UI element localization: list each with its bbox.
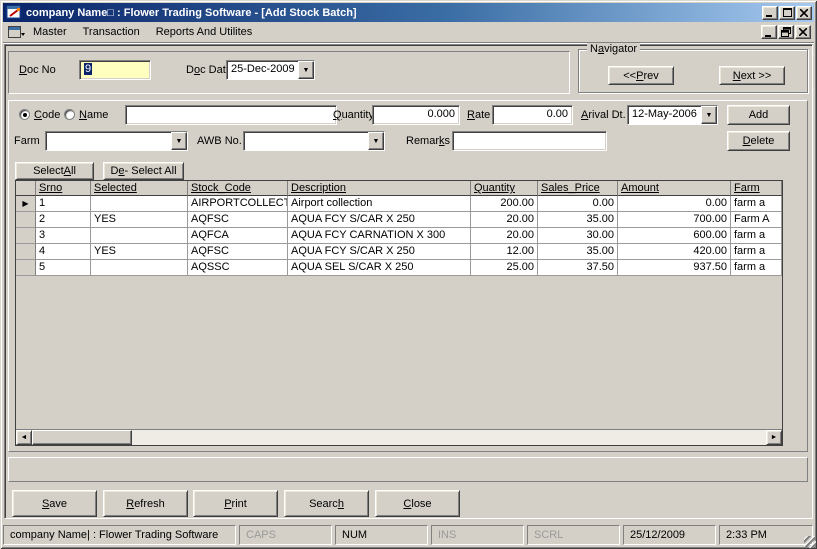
title-bar: company Name□ : Flower Trading Software …	[3, 3, 814, 22]
doc-header-panel: Doc No 9 Doc Date 25-Dec-2009 ▼	[8, 51, 570, 94]
chevron-down-icon[interactable]: ▼	[171, 132, 187, 150]
header-amount[interactable]: Amount	[618, 181, 731, 196]
remarks-input[interactable]	[452, 131, 607, 151]
stock-batch-grid: Srno Selected Stock_Code Description Qua…	[15, 180, 783, 446]
chevron-down-icon[interactable]: ▼	[368, 132, 384, 150]
rate-input[interactable]: 0.00	[492, 105, 573, 125]
next-button[interactable]: Next >>	[719, 66, 785, 85]
status-time: 2:33 PM	[719, 525, 813, 545]
add-button[interactable]: Add	[727, 105, 790, 125]
status-app-name: company Name| : Flower Trading Software	[3, 525, 236, 545]
row-selector[interactable]	[16, 244, 36, 260]
header-selected[interactable]: Selected	[91, 181, 188, 196]
doc-date-label: Doc Date	[186, 64, 232, 76]
close-button[interactable]: Close	[375, 490, 460, 517]
quantity-label: Quantity	[333, 109, 374, 121]
child-minimize-button[interactable]	[761, 25, 777, 39]
header-srno[interactable]: Srno	[36, 181, 91, 196]
search-button[interactable]: Searc h	[284, 490, 369, 517]
awb-no-label: AWB No.	[197, 135, 242, 147]
navigator-group: Navigator << Prev Next >>	[578, 43, 808, 93]
deselect-all-button[interactable]: De - Select All	[103, 162, 184, 180]
doc-no-label: Doc No	[19, 64, 56, 76]
header-description[interactable]: Description	[288, 181, 471, 196]
row-selector-header	[16, 181, 36, 196]
application-window: company Name□ : Flower Trading Software …	[0, 0, 817, 549]
table-row[interactable]: 4 YES AQFSC AQUA FCY S/CAR X 250 12.00 3…	[16, 244, 782, 260]
row-selector[interactable]	[16, 228, 36, 244]
window-title: company Name□ : Flower Trading Software …	[26, 6, 357, 19]
header-quantity[interactable]: Quantity	[471, 181, 538, 196]
lower-strip-panel	[8, 457, 808, 482]
minimize-button[interactable]	[762, 5, 778, 20]
code-radio[interactable]	[19, 109, 30, 120]
quantity-input[interactable]: 0.000	[372, 105, 460, 125]
navigator-title: Navigator	[587, 43, 641, 55]
child-restore-button[interactable]	[778, 25, 794, 39]
delete-button[interactable]: Delete	[727, 131, 790, 151]
status-date: 25/12/2009	[623, 525, 716, 545]
name-radio-label: Name	[79, 109, 109, 121]
child-close-icon[interactable]	[795, 25, 811, 39]
prev-button[interactable]: << Prev	[608, 66, 674, 85]
arrival-date-label: Arival Dt.	[581, 109, 626, 121]
status-num: NUM	[335, 525, 428, 545]
save-button[interactable]: Save	[12, 490, 97, 517]
select-all-button[interactable]: Select All	[15, 162, 94, 180]
child-system-menu-icon[interactable]	[8, 25, 25, 39]
chevron-down-icon[interactable]: ▼	[298, 61, 314, 79]
header-sales-price[interactable]: Sales_Price	[538, 181, 618, 196]
status-caps: CAPS	[239, 525, 332, 545]
row-selector[interactable]	[16, 212, 36, 228]
menu-master[interactable]: Master	[25, 23, 75, 41]
status-ins: INS	[431, 525, 524, 545]
status-scrl: SCRL	[527, 525, 620, 545]
farm-label: Farm	[14, 135, 40, 147]
table-row[interactable]: ▶ 1 AIRPORTCOLLECT Airport collection 20…	[16, 196, 782, 212]
row-selector[interactable]	[16, 260, 36, 276]
header-stock-code[interactable]: Stock_Code	[188, 181, 288, 196]
doc-date-combobox[interactable]: 25-Dec-2009 ▼	[226, 60, 315, 80]
scrollbar-thumb[interactable]	[32, 430, 132, 445]
doc-no-input[interactable]: 9	[79, 60, 151, 80]
chevron-down-icon[interactable]: ▼	[701, 106, 717, 124]
refresh-button[interactable]: Refresh	[103, 490, 188, 517]
print-button[interactable]: Print	[193, 490, 278, 517]
grid-empty-area	[16, 276, 782, 429]
resize-grip[interactable]	[804, 536, 816, 548]
header-farm[interactable]: Farm	[731, 181, 782, 196]
arrival-date-combobox[interactable]: 12-May-2006 ▼	[627, 105, 718, 125]
stock-search-input[interactable]	[125, 105, 337, 125]
table-row[interactable]: 3 AQFCA AQUA FCY CARNATION X 300 20.00 3…	[16, 228, 782, 244]
farm-combobox[interactable]: ▼	[45, 131, 188, 151]
code-radio-label: Code	[34, 109, 61, 121]
menu-transaction[interactable]: Transaction	[75, 23, 148, 41]
menu-reports-and-utilites[interactable]: Reports And Utilites	[148, 23, 261, 41]
grid-header-row: Srno Selected Stock_Code Description Qua…	[16, 181, 782, 196]
maximize-button[interactable]	[779, 5, 795, 20]
horizontal-scrollbar[interactable]: ◄ ►	[16, 429, 782, 445]
rate-label: Rate	[467, 109, 491, 121]
row-pointer-icon[interactable]: ▶	[16, 196, 36, 212]
table-row[interactable]: 2 YES AQFSC AQUA FCY S/CAR X 250 20.00 3…	[16, 212, 782, 228]
menu-bar: Master Transaction Reports And Utilites	[3, 22, 814, 43]
app-icon[interactable]	[6, 5, 22, 20]
table-row[interactable]: 5 AQSSC AQUA SEL S/CAR X 250 25.00 37.50…	[16, 260, 782, 276]
name-radio[interactable]	[64, 109, 75, 120]
remarks-label: Remarks	[406, 135, 451, 147]
scroll-left-icon[interactable]: ◄	[16, 430, 32, 445]
close-icon[interactable]	[796, 5, 812, 20]
scroll-right-icon[interactable]: ►	[766, 430, 782, 445]
awb-no-combobox[interactable]: ▼	[243, 131, 385, 151]
